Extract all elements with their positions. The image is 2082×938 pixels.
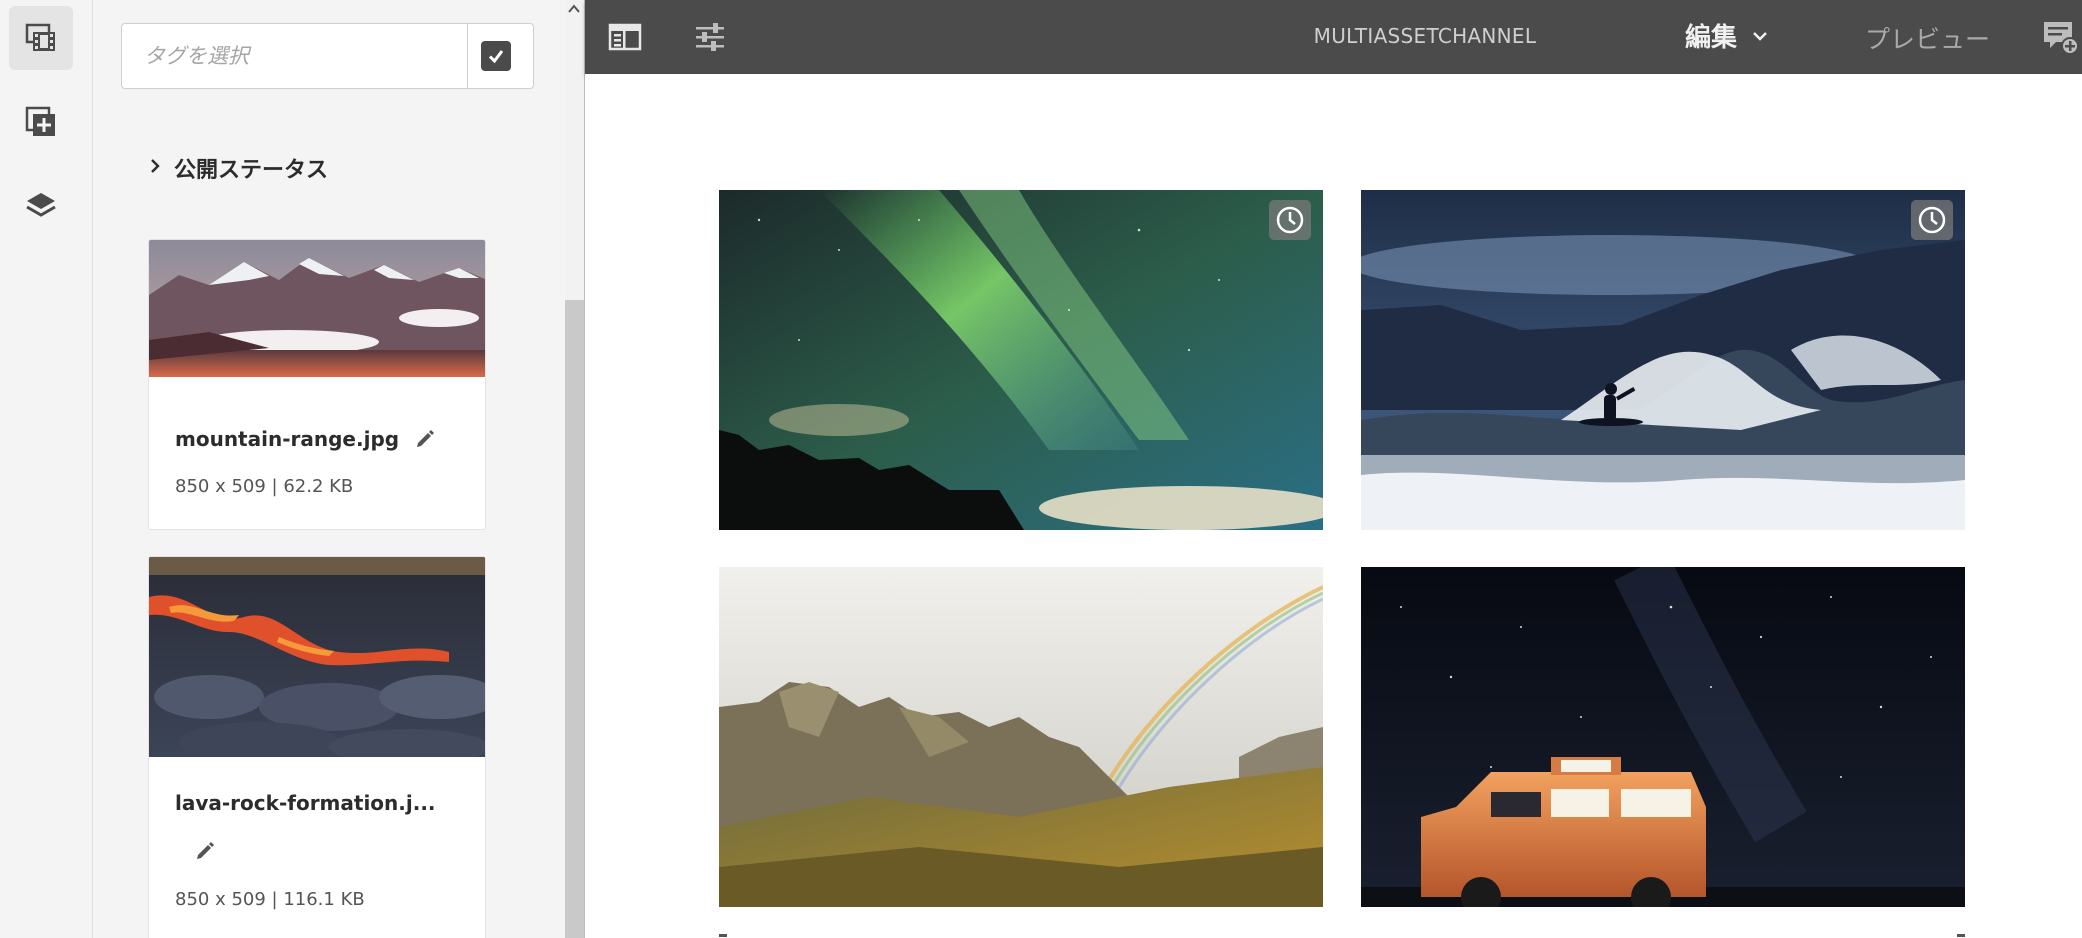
chevron-right-icon <box>148 157 162 179</box>
rainbow-mountains-image[interactable] <box>719 567 1323 907</box>
assets-tab-button[interactable] <box>9 6 73 70</box>
assets-panel: 公開ステータス <box>93 0 614 938</box>
add-component-icon <box>25 106 55 136</box>
van-night-sky-image[interactable] <box>1361 567 1965 907</box>
publish-status-filter[interactable]: 公開ステータス <box>148 152 328 184</box>
canvas-edge-mark <box>719 934 727 937</box>
mode-selector[interactable]: 編集 <box>1685 17 1769 54</box>
panel-scrollbar-thumb[interactable] <box>565 300 584 938</box>
editor-toolbar: MULTIASSETCHANNEL 編集 プレビュー <box>585 0 2082 74</box>
chevron-down-icon <box>1753 31 1767 41</box>
preview-button[interactable]: プレビュー <box>1865 20 1990 56</box>
edit-pencil-icon[interactable] <box>194 840 216 862</box>
mode-label: 編集 <box>1685 23 1738 53</box>
clock-icon <box>1918 206 1946 234</box>
layers-icon <box>26 193 56 217</box>
asset-meta: 850 x 509 | 62.2 KB <box>175 476 354 497</box>
properties-sliders-icon[interactable] <box>693 20 727 54</box>
aurora-photo <box>719 190 1323 530</box>
van-night-sky-photo <box>1361 567 1965 907</box>
page-canvas <box>585 74 2082 938</box>
tag-select-input[interactable] <box>122 24 467 88</box>
asset-name: lava-rock-formation.j... <box>175 791 436 815</box>
aurora-image[interactable] <box>719 190 1323 530</box>
surfer-photo <box>1361 190 1965 530</box>
asset-card[interactable]: mountain-range.jpg 850 x 509 | 62.2 KB <box>148 239 486 530</box>
scheduled-badge[interactable] <box>1269 200 1311 240</box>
left-rail <box>0 0 93 938</box>
mountain-range-thumbnail <box>149 240 485 377</box>
scheduled-badge[interactable] <box>1911 200 1953 240</box>
canvas-edge-mark <box>1957 934 1965 937</box>
scroll-up-arrow-icon[interactable] <box>566 2 582 16</box>
page-title: MULTIASSETCHANNEL <box>1313 24 1537 48</box>
side-panel-toggle-icon[interactable] <box>608 20 642 54</box>
tag-picker <box>121 23 534 89</box>
asset-name: mountain-range.jpg <box>175 427 400 451</box>
tag-picker-checkbox[interactable] <box>481 41 511 71</box>
clock-icon <box>1276 206 1304 234</box>
content-tree-tab-button[interactable] <box>9 174 73 238</box>
asset-filmstrip-icon <box>25 23 55 51</box>
asset-card[interactable]: lava-rock-formation.j... 850 x 509 | 116… <box>148 556 486 938</box>
surfer-image[interactable] <box>1361 190 1965 530</box>
edit-pencil-icon[interactable] <box>414 428 436 450</box>
checkmark-icon <box>488 50 504 64</box>
rainbow-mountains-photo <box>719 567 1323 907</box>
lava-rock-thumbnail <box>149 557 485 757</box>
components-tab-button[interactable] <box>9 90 73 154</box>
annotate-icon[interactable] <box>2042 18 2078 56</box>
publish-status-label: 公開ステータス <box>174 158 329 183</box>
tag-picker-divider <box>467 24 468 88</box>
asset-meta: 850 x 509 | 116.1 KB <box>175 889 365 910</box>
